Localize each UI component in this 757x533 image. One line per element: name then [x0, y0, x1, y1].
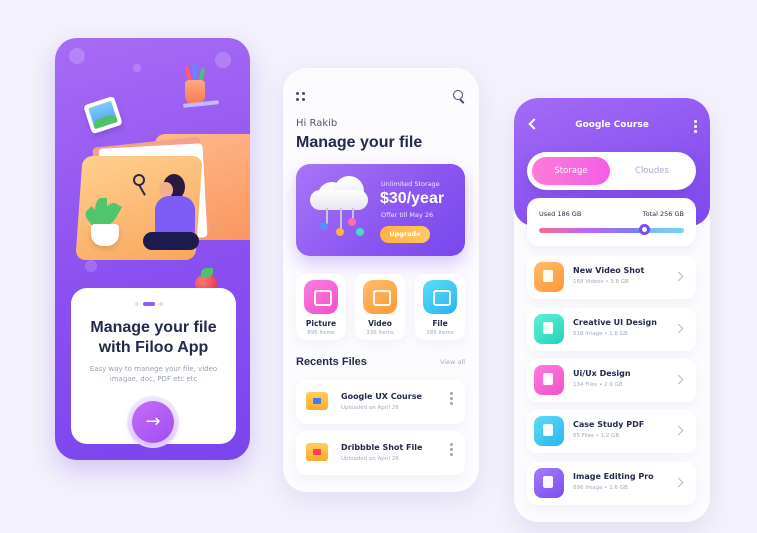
- category-file[interactable]: File 285 items: [415, 274, 465, 340]
- file-name: Google UX Course: [341, 392, 422, 401]
- category-label: Video: [368, 319, 392, 328]
- screen-title: Google Course: [575, 120, 649, 130]
- more-icon[interactable]: [450, 392, 453, 406]
- category-count: 896 items: [307, 330, 335, 336]
- promo-offer: Offer till May 26: [381, 211, 434, 219]
- folder-meta: 134 Files • 2.9 GB: [573, 382, 623, 388]
- folder-row[interactable]: Ui/Ux Design 134 Files • 2.9 GB: [527, 359, 696, 402]
- folder-row[interactable]: Case Study PDF 65 Files • 1.2 GB: [527, 410, 696, 453]
- next-button[interactable]: →: [132, 401, 174, 443]
- page-dot[interactable]: [135, 302, 139, 306]
- category-label: File: [432, 319, 448, 328]
- photo-icon: [83, 95, 123, 135]
- page-dot-active[interactable]: [143, 302, 155, 306]
- folder-icon: [306, 392, 328, 410]
- recent-file-item[interactable]: Google UX Course Uploaded on April 26: [296, 380, 465, 424]
- category-count: 336 items: [366, 330, 394, 336]
- course-screen: Google Course Storage Cloudes Used 186 G…: [514, 98, 710, 522]
- decor-bubble: [215, 52, 231, 68]
- folder-meta: 168 Videos • 3.8 GB: [573, 279, 629, 285]
- upgrade-button[interactable]: Upgrade: [380, 226, 430, 243]
- document-icon: [423, 280, 457, 314]
- recent-file-item[interactable]: Dribbble Shot File Uploaded on April 26: [296, 431, 465, 475]
- usage-knob[interactable]: [639, 224, 651, 235]
- folder-name: New Video Shot: [573, 266, 645, 275]
- page-title: Manage your file: [296, 134, 423, 151]
- page-dot[interactable]: [159, 302, 163, 306]
- chevron-right-icon: [673, 271, 684, 282]
- chevron-right-icon: [673, 425, 684, 436]
- folder-name: Case Study PDF: [573, 420, 645, 429]
- used-label: Used 186 GB: [539, 210, 582, 218]
- category-video[interactable]: Video 336 items: [355, 274, 405, 340]
- decor-bubble: [85, 260, 97, 272]
- view-all-link[interactable]: View all: [440, 358, 465, 366]
- category-label: Picture: [305, 319, 337, 328]
- promo-card[interactable]: Unlimited Storage $30/year Offer till Ma…: [296, 164, 465, 256]
- folder-meta: 896 Image • 1.6 GB: [573, 485, 628, 491]
- category-count: 285 items: [426, 330, 454, 336]
- chevron-right-icon: [673, 374, 684, 385]
- chevron-right-icon: [673, 323, 684, 334]
- next-button-ring: →: [127, 396, 179, 448]
- design-folder-icon: [534, 314, 564, 344]
- folder-meta: 518 Image • 1.6 GB: [573, 331, 628, 337]
- usage-bar: [539, 228, 684, 233]
- total-label: Total 256 GB: [642, 210, 684, 218]
- tab-switch: Storage Cloudes: [527, 152, 696, 190]
- arrow-right-icon: →: [145, 411, 161, 432]
- search-icon[interactable]: [453, 90, 465, 104]
- storage-usage-card: Used 186 GB Total 256 GB: [527, 198, 696, 246]
- file-date: Uploaded on April 26: [341, 456, 399, 462]
- category-picture[interactable]: Picture 896 items: [296, 274, 346, 340]
- folder-name: Creative UI Design: [573, 318, 657, 327]
- onboarding-screen: Manage your file with Filoo App Easy way…: [55, 38, 250, 460]
- promo-price: $30/year: [380, 190, 445, 207]
- folder-row[interactable]: Creative UI Design 518 Image • 1.6 GB: [527, 308, 696, 351]
- video-camera-icon: [363, 280, 397, 314]
- onboarding-title: Manage your file with Filoo App: [90, 319, 217, 356]
- video-folder-icon: [534, 262, 564, 292]
- promo-caption: Unlimited Storage: [381, 180, 440, 188]
- chevron-right-icon: [673, 477, 684, 488]
- file-date: Uploaded on April 26: [341, 405, 399, 411]
- onboarding-card: Manage your file with Filoo App Easy way…: [71, 288, 236, 448]
- document-folder-icon: [534, 365, 564, 395]
- folder-meta: 65 Files • 1.2 GB: [573, 433, 620, 439]
- folder-icon: [306, 443, 328, 461]
- pdf-folder-icon: [534, 416, 564, 446]
- onboarding-subtitle: Easy way to manege your file, video imag…: [89, 365, 218, 383]
- tab-cloudes[interactable]: Cloudes: [613, 157, 691, 185]
- home-screen: Hi Rakib Manage your file Unlimited Stor…: [283, 68, 479, 492]
- folder-row[interactable]: Image Editing Pro 896 Image • 1.6 GB: [527, 462, 696, 505]
- decor-bubble: [133, 64, 141, 72]
- folder-name: Ui/Ux Design: [573, 369, 631, 378]
- greeting: Hi Rakib: [296, 118, 338, 129]
- folder-row[interactable]: New Video Shot 168 Videos • 3.8 GB: [527, 256, 696, 299]
- image-folder-icon: [534, 468, 564, 498]
- decor-bubble: [69, 48, 85, 64]
- recent-files-heading: Recents Files: [296, 356, 367, 368]
- page-indicator: [135, 302, 163, 306]
- tab-storage[interactable]: Storage: [532, 157, 610, 185]
- usage-bar-remaining: [644, 228, 684, 233]
- more-icon[interactable]: [694, 120, 697, 133]
- image-icon: [304, 280, 338, 314]
- folder-name: Image Editing Pro: [573, 472, 654, 481]
- more-icon[interactable]: [450, 443, 453, 457]
- menu-icon[interactable]: [296, 92, 306, 102]
- file-name: Dribbble Shot File: [341, 443, 423, 452]
